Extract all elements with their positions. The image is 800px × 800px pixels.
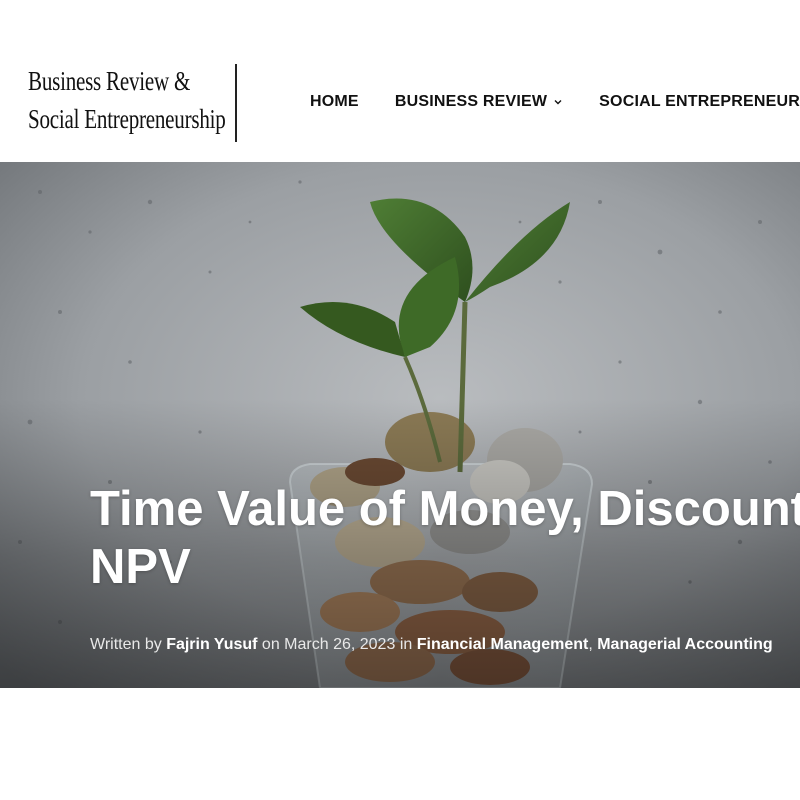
author-link[interactable]: Fajrin Yusuf — [166, 636, 257, 653]
site-logo[interactable]: Business Review & Social Entrepreneurshi… — [28, 62, 226, 138]
chevron-down-icon[interactable] — [553, 97, 563, 107]
nav-item-business-review[interactable]: BUSINESS REVIEW — [395, 93, 563, 111]
post-title: Time Value of Money, Discount Rate, and … — [90, 480, 800, 596]
category-link-financial-management[interactable]: Financial Management — [417, 636, 589, 653]
nav-label: HOME — [310, 93, 359, 110]
site-header: Business Review & Social Entrepreneurshi… — [0, 0, 800, 162]
hero-overlay — [0, 162, 800, 688]
nav-label: BUSINESS REVIEW — [394, 93, 548, 110]
post-title-line-2: NPV — [90, 540, 191, 594]
category-link-managerial-accounting[interactable]: Managerial Accounting — [597, 636, 772, 653]
nav-item-home[interactable]: HOME — [310, 93, 359, 111]
meta-in: in — [399, 636, 413, 653]
content-area — [0, 688, 800, 800]
post-meta: Written by Fajrin Yusuf on March 26, 202… — [90, 636, 773, 654]
hero-banner: Time Value of Money, Discount Rate, and … — [0, 162, 800, 688]
logo-line-1: Business Review & — [28, 66, 191, 96]
main-nav: HOME BUSINESS REVIEW SOCIAL ENTREPRENEUR… — [310, 90, 800, 114]
post-title-line-1: Time Value of Money, Discount Rate, and — [90, 482, 800, 536]
meta-written-by: Written by — [90, 636, 162, 653]
logo-line-2: Social Entrepreneurship — [28, 104, 226, 134]
nav-label: SOCIAL ENTREPRENEURSHIP — [599, 93, 800, 110]
post-date: March 26, 2023 — [284, 636, 396, 653]
logo-divider — [235, 64, 237, 142]
category-separator: , — [588, 636, 593, 653]
nav-item-social-entrepreneurship[interactable]: SOCIAL ENTREPRENEURSHIP — [599, 93, 800, 111]
meta-on: on — [261, 636, 280, 653]
